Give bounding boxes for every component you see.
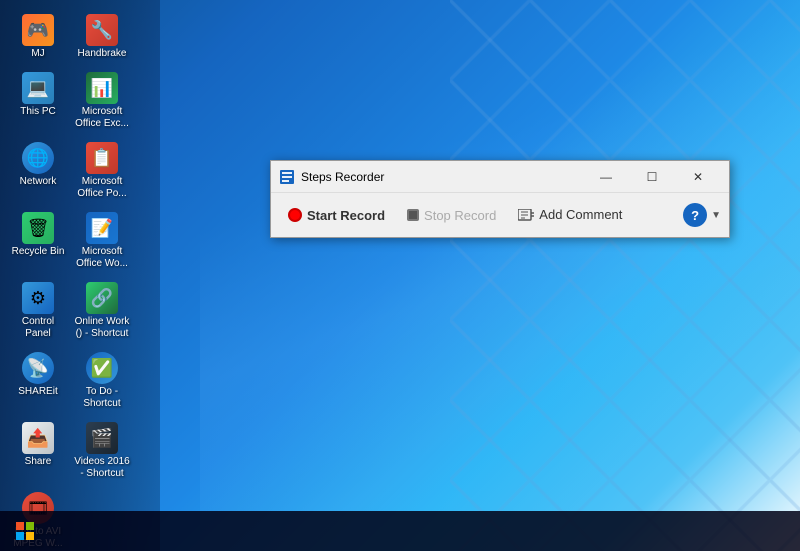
this-pc-label: This PC	[20, 106, 56, 118]
videos-icon: 🎬	[86, 422, 118, 454]
window-controls: — ☐ ✕	[583, 161, 721, 193]
maximize-button[interactable]: ☐	[629, 161, 675, 193]
desktop-icon-todo[interactable]: ✅ To Do - Shortcut	[72, 348, 132, 414]
icon-row-6: 📡 SHAREit ✅ To Do - Shortcut	[8, 348, 132, 414]
desktop-icon-recycle[interactable]: 🗑 Recycle Bin	[8, 208, 68, 274]
this-pc-icon: 💻	[22, 72, 54, 104]
desktop-icon-share[interactable]: 📤 Share	[8, 418, 68, 484]
stop-record-button[interactable]: Stop Record	[398, 202, 505, 228]
network-label: Network	[20, 176, 57, 188]
icon-row-3: 🌐 Network 📋 Microsoft Office Po...	[8, 138, 132, 204]
stop-record-label: Stop Record	[424, 208, 496, 223]
word-label: Microsoft Office Wo...	[74, 246, 130, 270]
network-icon: 🌐	[22, 142, 54, 174]
icon-row-1: 🎮 MJ 🔧 Handbrake	[8, 10, 132, 64]
shareit-icon: 📡	[22, 352, 54, 384]
window-toolbar: Start Record Stop Record	[271, 193, 729, 237]
mi-icon: 🎮	[22, 14, 54, 46]
powerpoint-icon: 📋	[86, 142, 118, 174]
start-record-label: Start Record	[307, 208, 385, 223]
online-work-icon: 🔗	[86, 282, 118, 314]
dropdown-arrow-icon[interactable]: ▼	[711, 210, 721, 221]
icon-row-7: 📤 Share 🎬 Videos 2016 - Shortcut	[8, 418, 132, 484]
steps-recorder-window: Steps Recorder — ☐ ✕ Start Record St	[270, 160, 730, 238]
background-grid	[450, 0, 800, 551]
control-panel-icon: ⚙	[22, 282, 54, 314]
icon-row-4: 🗑 Recycle Bin 📝 Microsoft Office Wo...	[8, 208, 132, 274]
minimize-button[interactable]: —	[583, 161, 629, 193]
handbrake-label: Handbrake	[78, 48, 127, 60]
desktop-icon-this-pc[interactable]: 💻 This PC	[8, 68, 68, 134]
desktop-icon-videos[interactable]: 🎬 Videos 2016 - Shortcut	[72, 418, 132, 484]
start-record-button[interactable]: Start Record	[279, 202, 394, 228]
recycle-icon: 🗑	[22, 212, 54, 244]
videos-label: Videos 2016 - Shortcut	[74, 456, 130, 480]
desktop-icon-network[interactable]: 🌐 Network	[8, 138, 68, 204]
desktop-icons-container: 🎮 MJ 🔧 Handbrake 💻 This PC 📊	[8, 10, 132, 551]
start-record-icon	[288, 207, 302, 223]
icon-row-2: 💻 This PC 📊 Microsoft Office Exc...	[8, 68, 132, 134]
desktop-icon-ms-powerpoint[interactable]: 📋 Microsoft Office Po...	[72, 138, 132, 204]
handbrake-icon: 🔧	[86, 14, 118, 46]
start-button[interactable]	[0, 511, 50, 551]
add-comment-label: Add Comment	[539, 207, 622, 222]
share-label: Share	[25, 456, 52, 468]
shareit-label: SHAREit	[18, 386, 57, 398]
add-comment-button[interactable]: Add Comment	[509, 202, 631, 227]
recycle-label: Recycle Bin	[12, 246, 65, 258]
share-icon: 📤	[22, 422, 54, 454]
todo-label: To Do - Shortcut	[74, 386, 130, 410]
desktop: 🎮 MJ 🔧 Handbrake 💻 This PC 📊	[0, 0, 800, 551]
steps-recorder-app-icon	[279, 169, 295, 185]
desktop-icon-control-panel[interactable]: ⚙ Control Panel	[8, 278, 68, 344]
online-work-label: Online Work () - Shortcut	[74, 316, 130, 340]
taskbar	[0, 511, 800, 551]
todo-icon: ✅	[86, 352, 118, 384]
mi-label: MJ	[31, 48, 44, 60]
excel-icon: 📊	[86, 72, 118, 104]
help-icon: ?	[691, 208, 699, 223]
desktop-icon-mi[interactable]: 🎮 MJ	[8, 10, 68, 64]
add-comment-icon	[518, 207, 534, 222]
desktop-icon-online-work[interactable]: 🔗 Online Work () - Shortcut	[72, 278, 132, 344]
excel-label: Microsoft Office Exc...	[74, 106, 130, 130]
help-button[interactable]: ?	[683, 203, 707, 227]
desktop-icon-shareit[interactable]: 📡 SHAREit	[8, 348, 68, 414]
icon-row-5: ⚙ Control Panel 🔗 Online Work () - Short…	[8, 278, 132, 344]
desktop-icon-ms-excel[interactable]: 📊 Microsoft Office Exc...	[72, 68, 132, 134]
close-button[interactable]: ✕	[675, 161, 721, 193]
desktop-icon-ms-word[interactable]: 📝 Microsoft Office Wo...	[72, 208, 132, 274]
window-titlebar[interactable]: Steps Recorder — ☐ ✕	[271, 161, 729, 193]
desktop-icon-handbrake[interactable]: 🔧 Handbrake	[72, 10, 132, 64]
word-icon: 📝	[86, 212, 118, 244]
powerpoint-label: Microsoft Office Po...	[74, 176, 130, 200]
stop-record-icon	[407, 207, 419, 223]
window-title: Steps Recorder	[301, 170, 583, 184]
control-panel-label: Control Panel	[10, 316, 66, 340]
